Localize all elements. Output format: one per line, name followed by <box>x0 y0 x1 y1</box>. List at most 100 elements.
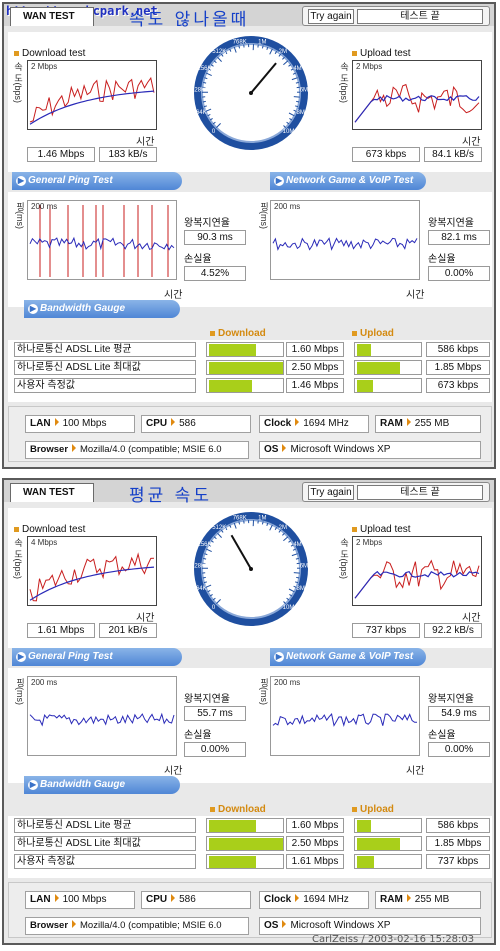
triangle-icon <box>54 418 59 426</box>
ping-loss-label: 손실율 <box>184 254 212 265</box>
tab-bandwidth-gauge[interactable]: ▶ Bandwidth Gauge <box>24 776 180 794</box>
bw-download-label: Download <box>218 328 266 339</box>
tab-general-ping[interactable]: ▶ General Ping Test <box>12 648 182 666</box>
try-again-button[interactable]: Try again <box>308 9 354 24</box>
bw-upload-value: 1.85 Mbps <box>426 360 490 375</box>
network-game-label: Network Game & VoIP Test <box>286 651 414 662</box>
tab-network-game[interactable]: ▶ Network Game & VoIP Test <box>270 648 426 666</box>
gauge-tick <box>293 96 300 98</box>
bw-download-track <box>206 360 284 375</box>
info-os: OS Microsoft Windows XP <box>259 917 481 935</box>
ping-rtt-label: 왕복지연율 <box>184 694 230 705</box>
gauge-label: 768K <box>233 516 247 522</box>
gauge-label: 1M <box>258 516 266 522</box>
game-rtt-label: 왕복지연율 <box>428 694 474 705</box>
download-ylabel: 속 도(bps) <box>13 538 23 580</box>
info-browser: Browser Mozilla/4.0 (compatible; MSIE 6.0 <box>25 917 249 935</box>
try-again-button[interactable]: Try again <box>308 485 354 500</box>
upload-chart-svg <box>354 559 480 599</box>
bw-row-label: 사용자 측정값 <box>14 378 196 393</box>
upload-title: Upload test <box>352 48 411 59</box>
gauge-tick <box>203 81 207 84</box>
ping-max: 200 ms <box>31 678 58 687</box>
info-lan-value: 100 Mbps <box>62 894 107 905</box>
gauge-label: 64K <box>196 586 207 592</box>
bw-download-value: 1.46 Mbps <box>286 378 344 393</box>
bw-upload-track <box>354 836 422 851</box>
game-chart: 200 ms <box>270 200 420 280</box>
tab-network-game[interactable]: ▶ Network Game & VoIP Test <box>270 172 426 190</box>
bw-upload-track <box>354 342 422 357</box>
info-clock-key: Clock <box>264 894 292 905</box>
tab-bandwidth-gauge[interactable]: ▶ Bandwidth Gauge <box>24 300 180 318</box>
bullet-icon <box>352 806 357 812</box>
bw-upload-track <box>354 378 422 393</box>
info-browser-value: Mozilla/4.0 (compatible; MSIE 6.0 <box>80 920 222 931</box>
info-cpu: CPU 586 <box>141 891 251 909</box>
info-os: OS Microsoft Windows XP <box>259 441 481 459</box>
ping-ylabel: 핑(ms) <box>15 202 25 229</box>
gauge-tick <box>296 100 300 103</box>
ping-rtt-value: 90.3 ms <box>184 230 246 245</box>
bullet-icon <box>352 50 357 56</box>
bw-download-track <box>206 378 284 393</box>
upload-ylabel: 속 도(bps) <box>339 538 349 580</box>
bw-download-track <box>206 854 284 869</box>
info-cpu-key: CPU <box>146 418 168 429</box>
gauge-label: 128K <box>192 88 205 94</box>
bw-upload-bar <box>357 362 400 374</box>
download-chart-svg <box>29 76 155 125</box>
gauge-label: 2M <box>279 525 287 531</box>
download-title: Download test <box>14 48 85 59</box>
bw-upload-track <box>354 818 422 833</box>
ping-chart-svg <box>29 205 175 277</box>
arrow-right-icon: ▶ <box>28 304 38 314</box>
arrow-right-icon: ▶ <box>16 652 26 662</box>
end-test-button[interactable]: 테스트 끝 <box>357 9 483 24</box>
gauge-tick <box>203 557 207 560</box>
banner-title: 평균 속도 <box>129 486 212 506</box>
bw-upload-label: Upload <box>360 328 394 339</box>
network-game-label: Network Game & VoIP Test <box>286 175 414 186</box>
game-series-blue <box>272 237 418 251</box>
bw-download-value: 1.61 Mbps <box>286 854 344 869</box>
info-lan: LAN 100 Mbps <box>25 891 135 909</box>
tab-wan-test[interactable]: WAN TEST <box>10 483 94 502</box>
tab-wan-test[interactable]: WAN TEST <box>10 7 94 26</box>
download-chart: 4 Mbps <box>27 536 157 606</box>
gauge-label: 256K <box>197 542 211 548</box>
info-ram: RAM 255 MB <box>375 891 481 909</box>
info-ram-key: RAM <box>380 418 403 429</box>
download-title-text: Download test <box>22 48 86 59</box>
info-cpu-key: CPU <box>146 894 168 905</box>
game-loss-value: 0.00% <box>428 742 490 757</box>
bullet-icon <box>210 330 215 336</box>
throughput-section: Download test 속 도(bps) 2 Mbps 시간 1.46 Mb… <box>8 32 492 190</box>
tab-general-ping[interactable]: ▶ General Ping Test <box>12 172 182 190</box>
bw-row-label: 하나로통신 ADSL Lite 평균 <box>14 342 196 357</box>
info-browser-value: Mozilla/4.0 (compatible; MSIE 6.0 <box>80 444 222 455</box>
bw-upload-bar <box>357 380 373 392</box>
upload-title-text: Upload test <box>360 48 411 59</box>
info-ram-key: RAM <box>380 894 403 905</box>
end-test-button[interactable]: 테스트 끝 <box>357 485 483 500</box>
gauge-tick <box>202 576 206 579</box>
info-cpu-value: 586 <box>179 418 196 429</box>
bw-download-track <box>206 342 284 357</box>
bw-download-label: Download <box>218 804 266 815</box>
bw-download-header: Download <box>210 328 266 339</box>
ping-section: 핑(ms) 200 ms 시간 왕복지연율 55.7 ms 손실율 0.00% … <box>8 668 492 783</box>
ping-loss-value: 4.52% <box>184 266 246 281</box>
tab-row: WAN TEST 평균 속도 Try again 테스트 끝 <box>4 480 494 506</box>
download-xlabel: 시간 <box>136 137 155 148</box>
gauge-tick <box>293 572 300 574</box>
gauge-label: 10M <box>283 605 295 611</box>
download-mbps: 1.61 Mbps <box>27 623 95 638</box>
bw-download-bar <box>209 380 252 392</box>
upload-chart: 2 Mbps <box>352 536 482 606</box>
ping-loss-value: 0.00% <box>184 742 246 757</box>
gauge-label: 4M <box>293 66 301 72</box>
triangle-icon <box>282 444 287 452</box>
game-rtt-label: 왕복지연율 <box>428 218 474 229</box>
gauge-label: 768K <box>233 40 247 46</box>
